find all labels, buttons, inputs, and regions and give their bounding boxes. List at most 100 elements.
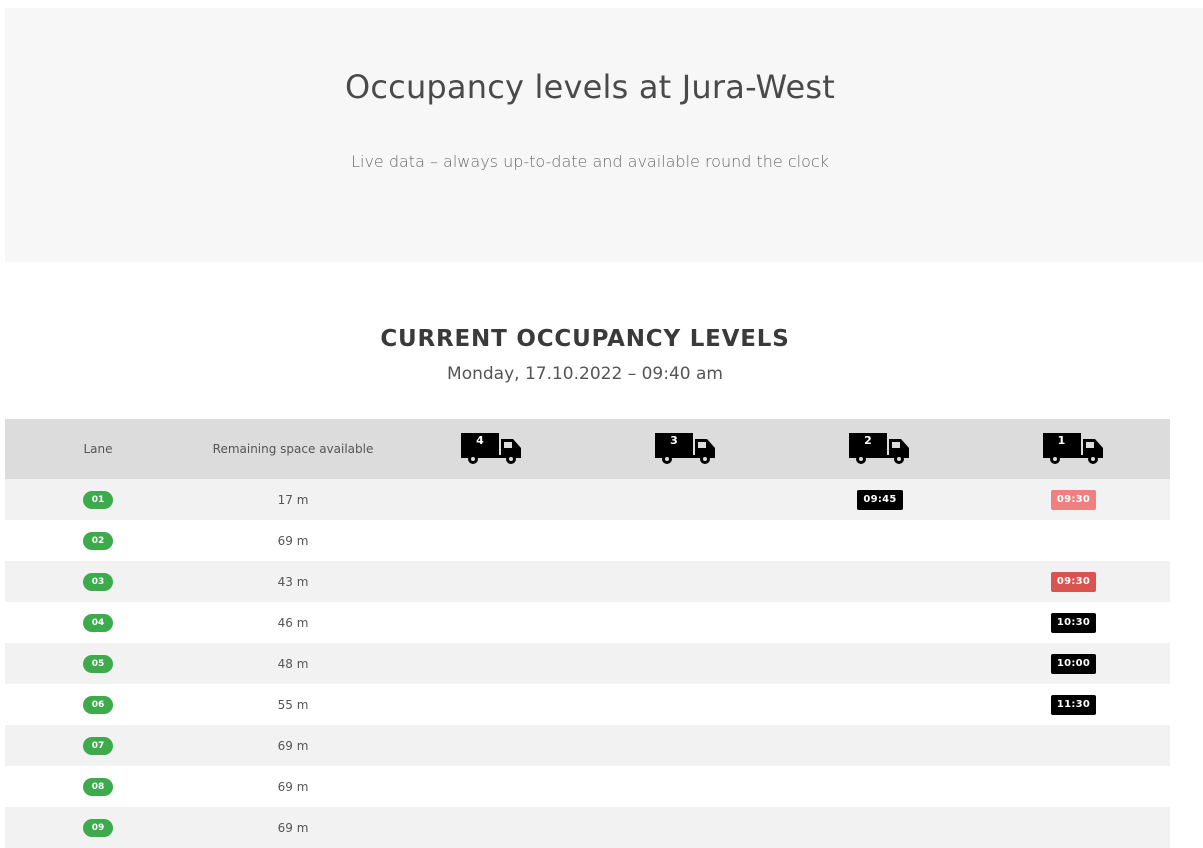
lane-badge: 07 [83, 736, 113, 755]
truck-icon: 4 [461, 433, 523, 465]
table-header: Lane Remaining space available 4 3 2 1 [5, 419, 1170, 479]
lane-cell: 05 [5, 643, 191, 684]
truck-slot-4 [395, 807, 589, 848]
time-badge: 10:30 [1050, 612, 1097, 633]
truck-slot-3 [589, 807, 783, 848]
lane-cell: 09 [5, 807, 191, 848]
truck-slot-2 [783, 561, 977, 602]
truck-slot-2 [783, 807, 977, 848]
table-row: 02 69 m [5, 520, 1170, 561]
truck-slot-4 [395, 520, 589, 561]
hero-banner: Occupancy levels at Jura-West Live data … [5, 8, 1203, 262]
lane-badge: 02 [83, 531, 113, 550]
lane-cell: 02 [5, 520, 191, 561]
truck-number: 4 [476, 434, 484, 447]
truck-slot-3 [589, 602, 783, 643]
time-badge: 09:30 [1050, 489, 1097, 510]
table-row: 03 43 m 09:30 [5, 561, 1170, 602]
lane-cell: 07 [5, 725, 191, 766]
remaining-space: 43 m [277, 574, 309, 589]
remaining-space: 17 m [277, 492, 309, 507]
truck-slot-2 [783, 725, 977, 766]
lane-badge: 03 [83, 572, 113, 591]
remaining-space: 69 m [277, 738, 309, 753]
truck-slot-3 [589, 643, 783, 684]
truck-slot-4 [395, 725, 589, 766]
truck-icon: 2 [849, 433, 911, 465]
truck-slot-1 [977, 520, 1170, 561]
lane-badge: 09 [83, 818, 113, 837]
lane-cell: 06 [5, 684, 191, 725]
page-title: Occupancy levels at Jura-West [344, 68, 836, 106]
section-date: Monday, 17.10.2022 – 09:40 am [447, 364, 723, 384]
truck-slot-4 [395, 643, 589, 684]
remaining-space: 48 m [277, 656, 309, 671]
lane-badge: 01 [83, 490, 113, 509]
truck-slot-2: 09:45 [783, 479, 977, 520]
truck-slot-2 [783, 520, 977, 561]
header-truck-4: 4 [395, 419, 589, 479]
section-title: CURRENT OCCUPANCY LEVELS [380, 326, 790, 352]
truck-slot-3 [589, 520, 783, 561]
header-truck-3: 3 [589, 419, 783, 479]
remaining-space: 69 m [277, 820, 309, 835]
remaining-space: 69 m [277, 779, 309, 794]
lane-cell: 01 [5, 479, 191, 520]
lane-cell: 08 [5, 766, 191, 807]
truck-slot-3 [589, 684, 783, 725]
truck-slot-4 [395, 561, 589, 602]
truck-slot-1: 09:30 [977, 479, 1170, 520]
truck-slot-1: 09:30 [977, 561, 1170, 602]
lane-cell: 03 [5, 561, 191, 602]
truck-slot-1 [977, 766, 1170, 807]
table-row: 06 55 m 11:30 [5, 684, 1170, 725]
remaining-space: 69 m [277, 533, 309, 548]
lane-cell: 04 [5, 602, 191, 643]
table-row: 04 46 m 10:30 [5, 602, 1170, 643]
header-space: Remaining space available [212, 442, 374, 456]
lane-badge: 05 [83, 654, 113, 673]
remaining-space: 46 m [277, 615, 309, 630]
truck-slot-1: 11:30 [977, 684, 1170, 725]
truck-slot-4 [395, 602, 589, 643]
truck-slot-2 [783, 643, 977, 684]
truck-slot-2 [783, 602, 977, 643]
occupancy-table: Lane Remaining space available 4 3 2 1 0… [5, 419, 1170, 848]
truck-slot-1: 10:00 [977, 643, 1170, 684]
remaining-space: 55 m [277, 697, 309, 712]
truck-slot-4 [395, 684, 589, 725]
table-row: 07 69 m [5, 725, 1170, 766]
truck-slot-3 [589, 479, 783, 520]
truck-slot-2 [783, 684, 977, 725]
truck-number: 1 [1057, 434, 1066, 447]
table-body: 01 17 m 09:45 09:30 02 69 m 03 43 m 09:30 04 46 m 1… [5, 479, 1170, 848]
truck-slot-1 [977, 725, 1170, 766]
time-badge: 09:30 [1050, 571, 1097, 592]
page-subtitle: Live data – always up-to-date and availa… [351, 152, 829, 171]
table-row: 05 48 m 10:00 [5, 643, 1170, 684]
header-truck-2: 2 [783, 419, 977, 479]
truck-slot-3 [589, 725, 783, 766]
table-row: 01 17 m 09:45 09:30 [5, 479, 1170, 520]
truck-icon: 3 [655, 433, 717, 465]
truck-slot-3 [589, 561, 783, 602]
lane-badge: 08 [83, 777, 113, 796]
header-truck-1: 1 [977, 419, 1170, 479]
truck-slot-3 [589, 766, 783, 807]
truck-number: 2 [864, 434, 872, 447]
time-badge: 11:30 [1050, 694, 1097, 715]
header-lane: Lane [83, 442, 113, 456]
truck-number: 3 [670, 434, 678, 447]
truck-slot-1: 10:30 [977, 602, 1170, 643]
truck-slot-4 [395, 766, 589, 807]
time-badge: 10:00 [1050, 653, 1097, 674]
truck-icon: 1 [1042, 433, 1105, 465]
time-badge: 09:45 [857, 489, 903, 510]
lane-badge: 06 [83, 695, 113, 714]
truck-slot-2 [783, 766, 977, 807]
truck-slot-1 [977, 807, 1170, 848]
lane-badge: 04 [83, 613, 113, 632]
table-row: 08 69 m [5, 766, 1170, 807]
table-row: 09 69 m [5, 807, 1170, 848]
truck-slot-4 [395, 479, 589, 520]
